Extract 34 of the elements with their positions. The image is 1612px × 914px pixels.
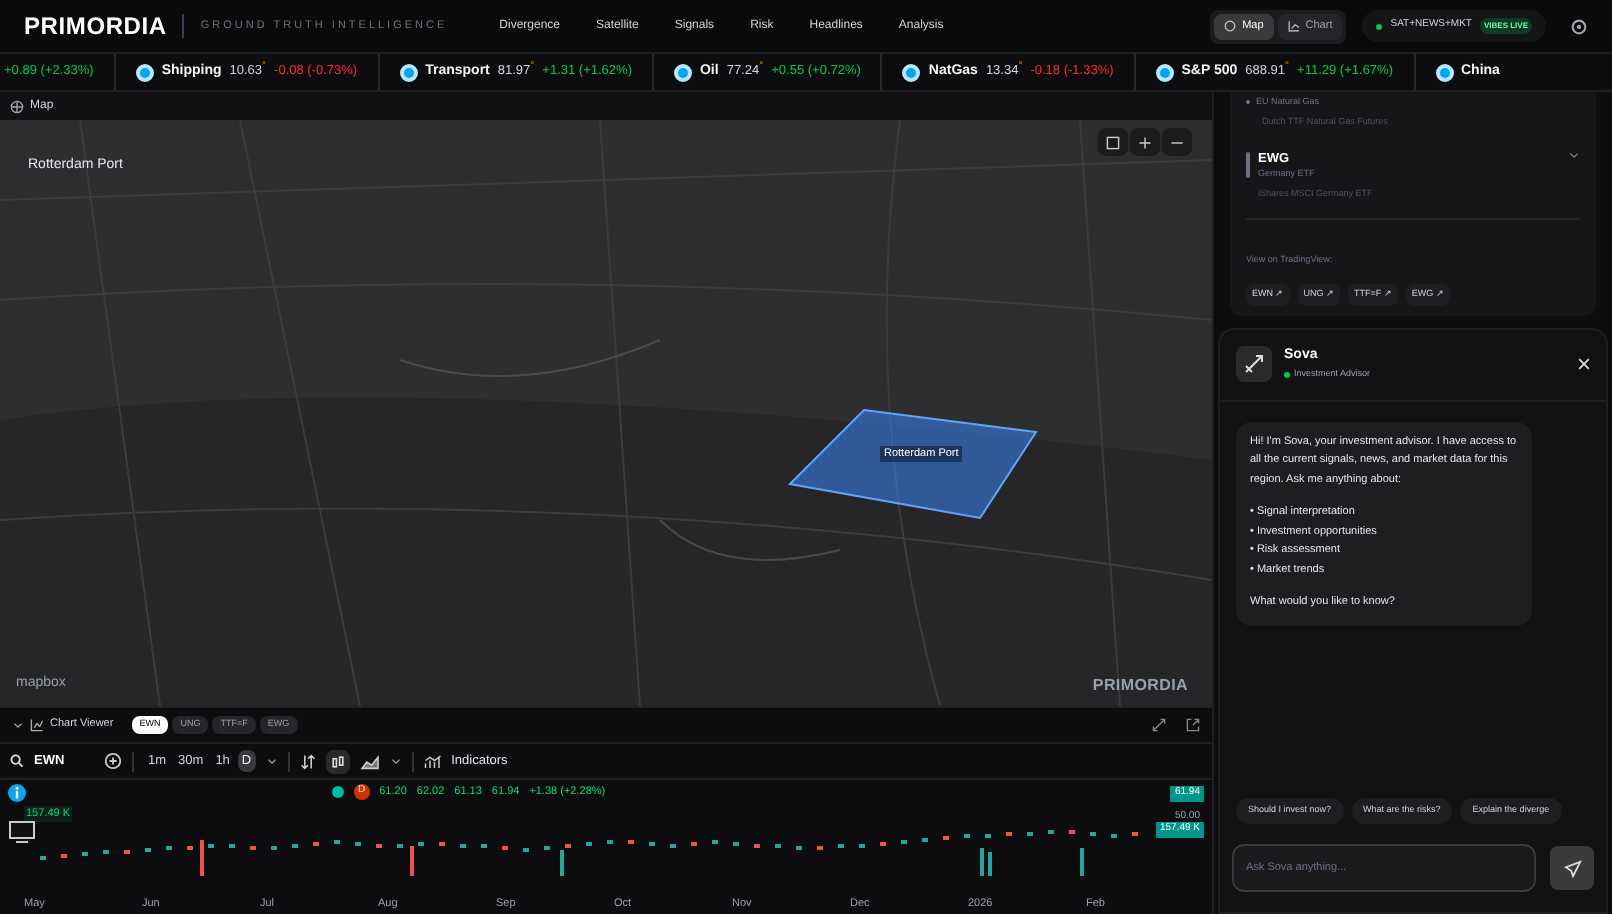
info-icon[interactable] <box>8 784 26 802</box>
chart-icon <box>1287 20 1300 32</box>
watermark-logo: PRIMORDIA <box>1092 674 1188 698</box>
send-button[interactable] <box>1550 846 1594 890</box>
settings-icon[interactable] <box>1570 17 1588 35</box>
ticker-icon <box>135 63 154 81</box>
logo: PRIMORDIA <box>24 10 167 44</box>
layers-button[interactable] <box>1098 128 1128 156</box>
ticker-icon <box>1155 63 1174 81</box>
area-chart-icon[interactable] <box>359 753 380 769</box>
chevron-down-icon[interactable] <box>12 719 24 731</box>
send-icon <box>1563 859 1581 877</box>
add-icon[interactable] <box>104 752 122 770</box>
ticker-icon <box>1435 63 1453 81</box>
arrows-icon <box>1244 354 1264 374</box>
ticker-icon <box>399 63 418 81</box>
chevron-down-icon[interactable] <box>389 755 402 767</box>
ticker-icon <box>673 63 692 81</box>
external-link-icon[interactable] <box>1186 718 1200 732</box>
chart-icon <box>30 718 44 732</box>
chevron-down-icon[interactable] <box>1568 149 1580 161</box>
layers-icon <box>1106 135 1120 149</box>
search-icon <box>10 754 24 768</box>
ticker-icon <box>902 63 921 81</box>
chevron-down-icon[interactable] <box>265 755 278 767</box>
candlestick-icon <box>329 753 346 769</box>
sort-icon[interactable] <box>299 753 316 769</box>
expand-icon[interactable] <box>1152 718 1166 732</box>
close-icon[interactable] <box>1578 358 1590 370</box>
plus-icon <box>1138 135 1152 149</box>
zoom-out-button[interactable] <box>1162 128 1192 156</box>
indicators-icon <box>423 753 442 769</box>
candles-button[interactable] <box>325 749 350 773</box>
zoom-in-button[interactable] <box>1130 128 1160 156</box>
